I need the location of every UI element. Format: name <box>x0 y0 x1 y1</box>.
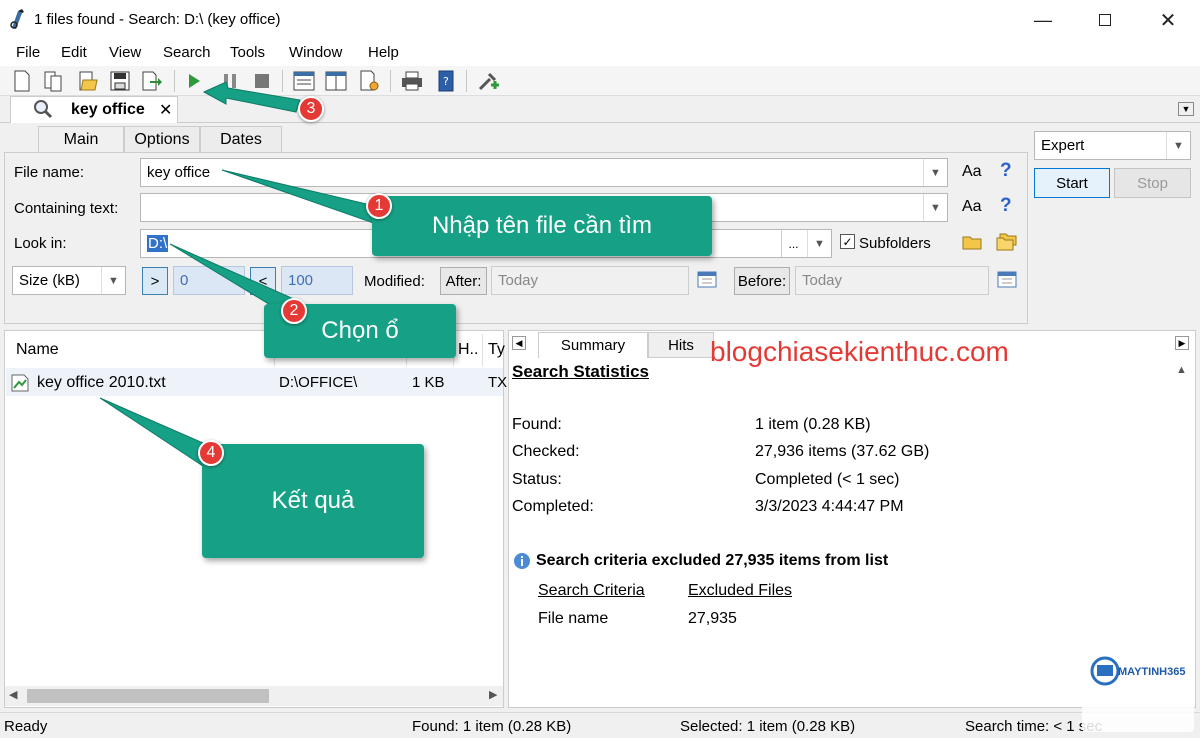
annotation-arrows <box>99 81 393 469</box>
arrow-4 <box>99 397 211 469</box>
callout-badge-2: 2 <box>281 298 307 324</box>
arrow-3 <box>202 81 301 113</box>
callout-file-name: Nhập tên file cần tìm <box>372 196 712 256</box>
callout-badge-1: 1 <box>366 193 392 219</box>
arrow-2 <box>169 243 297 313</box>
callout-result: Kết quả <box>202 444 424 558</box>
arrow-1 <box>221 169 393 227</box>
callout-badge-4: 4 <box>198 440 224 466</box>
callout-badge-3: 3 <box>298 96 324 122</box>
app-window: 1 files found - Search: D:\ (key office)… <box>0 0 1200 738</box>
